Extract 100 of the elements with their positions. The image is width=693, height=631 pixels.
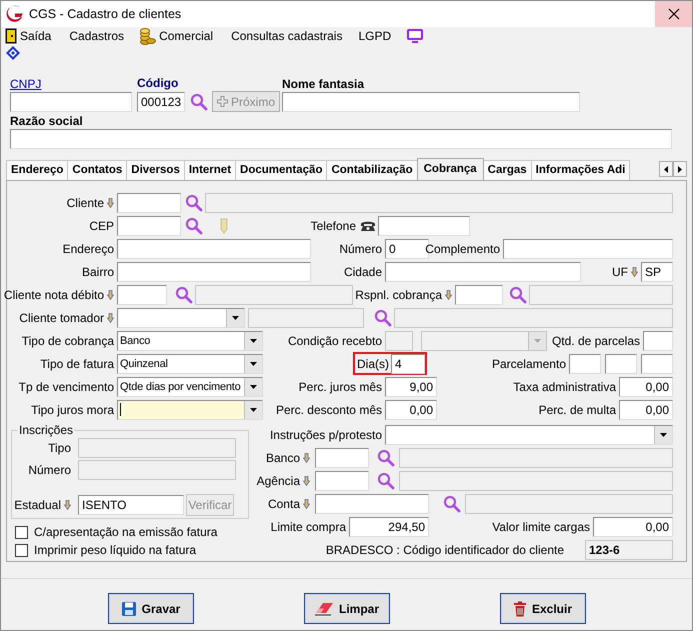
qtd-parcelas-label: Qtd. de parcelas <box>552 334 640 348</box>
cliente-nota-debito-label: Cliente nota débito <box>4 288 104 302</box>
tab[interactable]: Diversos <box>126 160 185 180</box>
tipo-label: Tipo <box>48 441 71 455</box>
menu-item[interactable]: Saída <box>20 29 52 43</box>
telefone-field[interactable] <box>378 216 470 236</box>
search-icon[interactable] <box>190 92 208 110</box>
tp-vencimento-dropdown[interactable]: Qtde dias por vencimento <box>117 376 263 396</box>
menu-item[interactable]: Cadastros <box>69 29 124 43</box>
tab-scroll-right-button[interactable] <box>673 161 687 177</box>
plus-icon <box>216 96 228 107</box>
parcelamento-field[interactable] <box>605 354 637 374</box>
dias-field[interactable]: 4 <box>391 354 425 374</box>
search-icon[interactable] <box>377 472 395 490</box>
tab[interactable]: Cobrança <box>416 158 484 180</box>
checkbox-label: C/apresentação na emissão fatura <box>34 525 218 539</box>
close-button[interactable] <box>655 1 692 27</box>
monitor-icon[interactable] <box>407 29 424 43</box>
save-button[interactable]: Gravar <box>108 593 194 624</box>
down-arrow-icon <box>64 500 71 510</box>
tipo-cobranca-dropdown[interactable]: Banco <box>117 330 263 350</box>
coins-icon <box>140 28 156 44</box>
caret-icon <box>534 338 541 342</box>
agencia-field[interactable] <box>315 470 369 490</box>
window-title: CGS - Cadastro de clientes <box>29 7 182 21</box>
inscricoes-title: Inscrições <box>18 423 74 437</box>
conta-field[interactable] <box>315 494 429 514</box>
tp-vencimento-label: Tp de vencimento <box>18 380 114 394</box>
eraser-icon <box>314 602 334 616</box>
uf-field[interactable]: SP <box>641 262 673 282</box>
diamond-icon[interactable] <box>6 46 20 60</box>
caret-icon <box>250 384 257 388</box>
taxa-administrativa-field[interactable]: 0,00 <box>619 376 673 396</box>
search-icon[interactable] <box>377 448 395 466</box>
tab[interactable]: Internet <box>184 160 236 180</box>
tipo-juros-mora-dropdown[interactable] <box>117 400 263 420</box>
tab[interactable]: Contabilização <box>326 160 418 180</box>
nome-fantasia-field[interactable] <box>282 92 580 112</box>
checkbox[interactable] <box>15 526 28 538</box>
limite-compra-field[interactable]: 294,50 <box>349 516 429 536</box>
qtd-parcelas-field[interactable] <box>643 330 673 350</box>
down-arrow-icon <box>445 290 452 300</box>
cnpj-field[interactable] <box>10 92 132 112</box>
dias-label: Dia(s) <box>357 356 389 370</box>
tab[interactable]: Cargas <box>482 160 532 180</box>
search-icon[interactable] <box>509 286 527 304</box>
parcelamento-field[interactable] <box>569 354 601 374</box>
conta-label: Conta <box>268 496 300 510</box>
numero-label: Número <box>28 463 71 477</box>
cidade-field[interactable] <box>385 262 581 282</box>
condicao-recebto-label: Condição recebto <box>288 334 382 348</box>
search-icon[interactable] <box>175 286 193 304</box>
rspnl-cobranca-label: Rspnl. cobrança <box>355 288 442 302</box>
endereco-field[interactable] <box>117 238 311 258</box>
menu-item[interactable]: Comercial <box>159 29 214 43</box>
instrucoes-dropdown[interactable] <box>385 424 673 444</box>
codigo-identificador-field: 123-6 <box>585 540 673 560</box>
tipo-fatura-dropdown[interactable]: Quinzenal <box>117 354 263 374</box>
checkbox[interactable] <box>15 544 28 556</box>
tab-scroll-left-button[interactable] <box>659 161 673 177</box>
perc-desconto-field[interactable]: 0,00 <box>385 400 437 420</box>
cliente-tomador-dropdown[interactable] <box>117 308 245 328</box>
cliente-code-field[interactable] <box>117 192 181 212</box>
search-icon[interactable] <box>374 308 392 326</box>
clear-button[interactable]: Limpar <box>304 593 390 624</box>
perc-juros-field[interactable]: 9,00 <box>385 376 437 396</box>
down-arrow-icon <box>631 266 638 276</box>
perc-multa-field[interactable]: 0,00 <box>619 400 673 420</box>
delete-button[interactable]: Excluir <box>500 593 586 624</box>
estadual-field[interactable]: ISENTO <box>78 495 184 515</box>
search-icon[interactable] <box>185 194 203 212</box>
complemento-field[interactable] <box>503 238 673 258</box>
door-icon <box>5 28 17 44</box>
estadual-label: Estadual <box>14 498 61 512</box>
down-arrow-icon <box>303 476 310 486</box>
tab[interactable]: Contatos <box>67 160 128 180</box>
menu-item[interactable]: LGPD <box>358 29 392 43</box>
valor-limite-cargas-field[interactable]: 0,00 <box>593 516 673 536</box>
search-icon[interactable] <box>443 494 461 512</box>
tab[interactable]: Documentação <box>235 160 328 180</box>
tab[interactable]: Endereço <box>6 160 68 180</box>
condicao-recebto-code-field <box>385 330 413 350</box>
rspnl-cobranca-field[interactable] <box>455 284 503 304</box>
left-arrow-icon <box>664 166 668 172</box>
parcelamento-field[interactable] <box>641 354 673 374</box>
bairro-field[interactable] <box>117 262 311 282</box>
cnpj-link[interactable]: CNPJ <box>10 76 42 92</box>
caret-icon <box>232 316 239 320</box>
cep-field[interactable] <box>117 216 181 236</box>
cliente-nota-debito-field[interactable] <box>117 284 167 304</box>
banco-field[interactable] <box>315 448 369 468</box>
tab[interactable]: Informações Adi <box>530 160 630 180</box>
parcelamento-label: Parcelamento <box>492 356 566 370</box>
search-icon[interactable] <box>185 216 203 234</box>
caret-icon <box>250 408 257 412</box>
codigo-field[interactable]: 000123 <box>137 92 185 112</box>
perc-desconto-label: Perc. desconto mês <box>276 402 382 416</box>
menu-item[interactable]: Consultas cadastrais <box>231 29 342 43</box>
caret-icon <box>250 338 257 342</box>
razao-social-field[interactable] <box>10 129 672 149</box>
